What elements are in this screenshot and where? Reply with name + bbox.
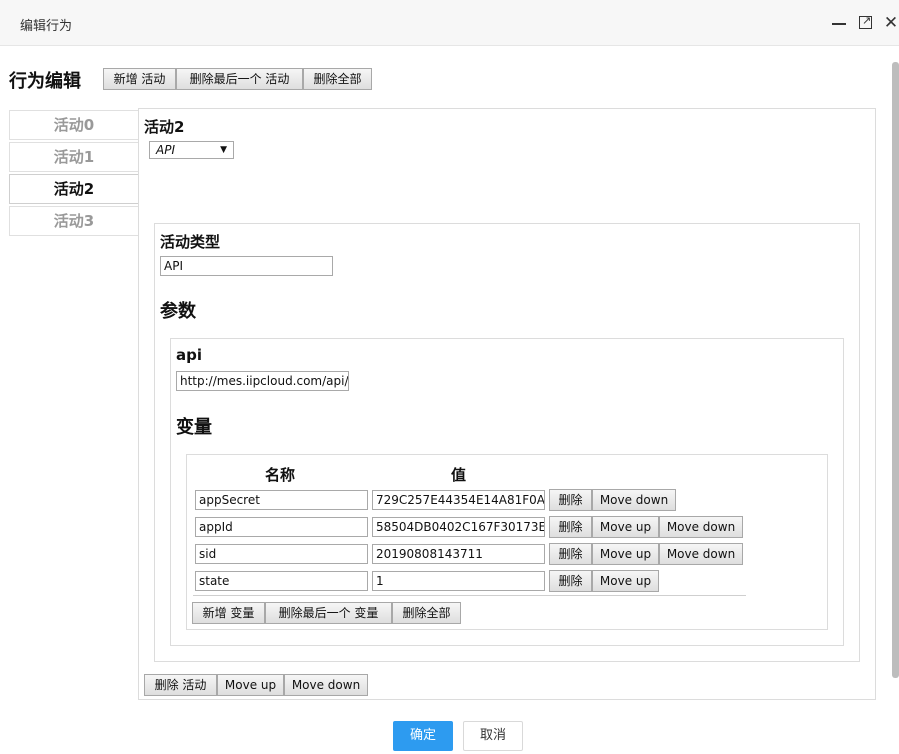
- move-down-button-1[interactable]: Move down: [659, 516, 743, 538]
- variables-divider: [193, 595, 746, 596]
- move-down-button-2[interactable]: Move down: [659, 543, 743, 565]
- tab-activity-2[interactable]: 活动2: [9, 174, 139, 204]
- params-heading: 参数: [160, 301, 196, 322]
- tab-activity-1[interactable]: 活动1: [9, 142, 139, 172]
- activity-move-down-button[interactable]: Move down: [284, 674, 368, 696]
- variables-heading: 变量: [176, 417, 212, 438]
- move-up-button-2[interactable]: Move up: [592, 543, 659, 565]
- confirm-button[interactable]: 确定: [393, 721, 453, 751]
- variable-value-input-2[interactable]: 20190808143711: [372, 544, 545, 564]
- dialog-titlebar: 编辑行为 ↗ ✕: [0, 0, 899, 46]
- move-up-button-3[interactable]: Move up: [592, 570, 659, 592]
- add-activity-button[interactable]: 新增 活动: [103, 68, 176, 90]
- variable-value-input-1[interactable]: 58504DB0402C167F30173E: [372, 517, 545, 537]
- activity-type-input[interactable]: API: [160, 256, 333, 276]
- activity-title: 活动2: [144, 118, 185, 136]
- vertical-scrollbar[interactable]: [892, 62, 899, 678]
- variable-value-input-0[interactable]: 729C257E44354E14A81F0A: [372, 490, 545, 510]
- activity-type-select[interactable]: API ▼: [149, 141, 234, 159]
- variable-name-input-0[interactable]: appSecret: [195, 490, 368, 510]
- move-up-button-1[interactable]: Move up: [592, 516, 659, 538]
- minimize-icon[interactable]: [830, 14, 848, 32]
- delete-variable-button-1[interactable]: 删除: [549, 516, 592, 538]
- add-variable-button[interactable]: 新增 变量: [192, 602, 265, 624]
- maximize-icon[interactable]: ↗: [857, 14, 875, 32]
- variable-name-input-3[interactable]: state: [195, 571, 368, 591]
- variable-name-input-1[interactable]: appId: [195, 517, 368, 537]
- activity-type-label: 活动类型: [160, 233, 221, 251]
- delete-activity-button[interactable]: 删除 活动: [144, 674, 217, 696]
- api-label: api: [176, 346, 203, 364]
- api-input[interactable]: http://mes.iipcloud.com/api/d: [176, 371, 349, 391]
- delete-variable-button-0[interactable]: 删除: [549, 489, 592, 511]
- delete-variable-button-3[interactable]: 删除: [549, 570, 592, 592]
- chevron-down-icon: ▼: [220, 145, 227, 155]
- column-value-header: 值: [451, 466, 467, 484]
- delete-last-activity-button[interactable]: 删除最后一个 活动: [176, 68, 303, 90]
- delete-last-variable-button[interactable]: 删除最后一个 变量: [265, 602, 392, 624]
- close-icon[interactable]: ✕: [882, 14, 899, 32]
- behavior-heading: 行为编辑: [9, 71, 81, 92]
- dialog-title: 编辑行为: [20, 19, 73, 34]
- move-down-button-0[interactable]: Move down: [592, 489, 676, 511]
- delete-all-activities-button[interactable]: 删除全部: [303, 68, 372, 90]
- cancel-button[interactable]: 取消: [463, 721, 523, 751]
- delete-all-variables-button[interactable]: 删除全部: [392, 602, 461, 624]
- tab-activity-0[interactable]: 活动0: [9, 110, 139, 140]
- delete-variable-button-2[interactable]: 删除: [549, 543, 592, 565]
- tab-activity-3[interactable]: 活动3: [9, 206, 139, 236]
- variable-value-input-3[interactable]: 1: [372, 571, 545, 591]
- variable-name-input-2[interactable]: sid: [195, 544, 368, 564]
- activity-move-up-button[interactable]: Move up: [217, 674, 284, 696]
- column-name-header: 名称: [265, 466, 296, 484]
